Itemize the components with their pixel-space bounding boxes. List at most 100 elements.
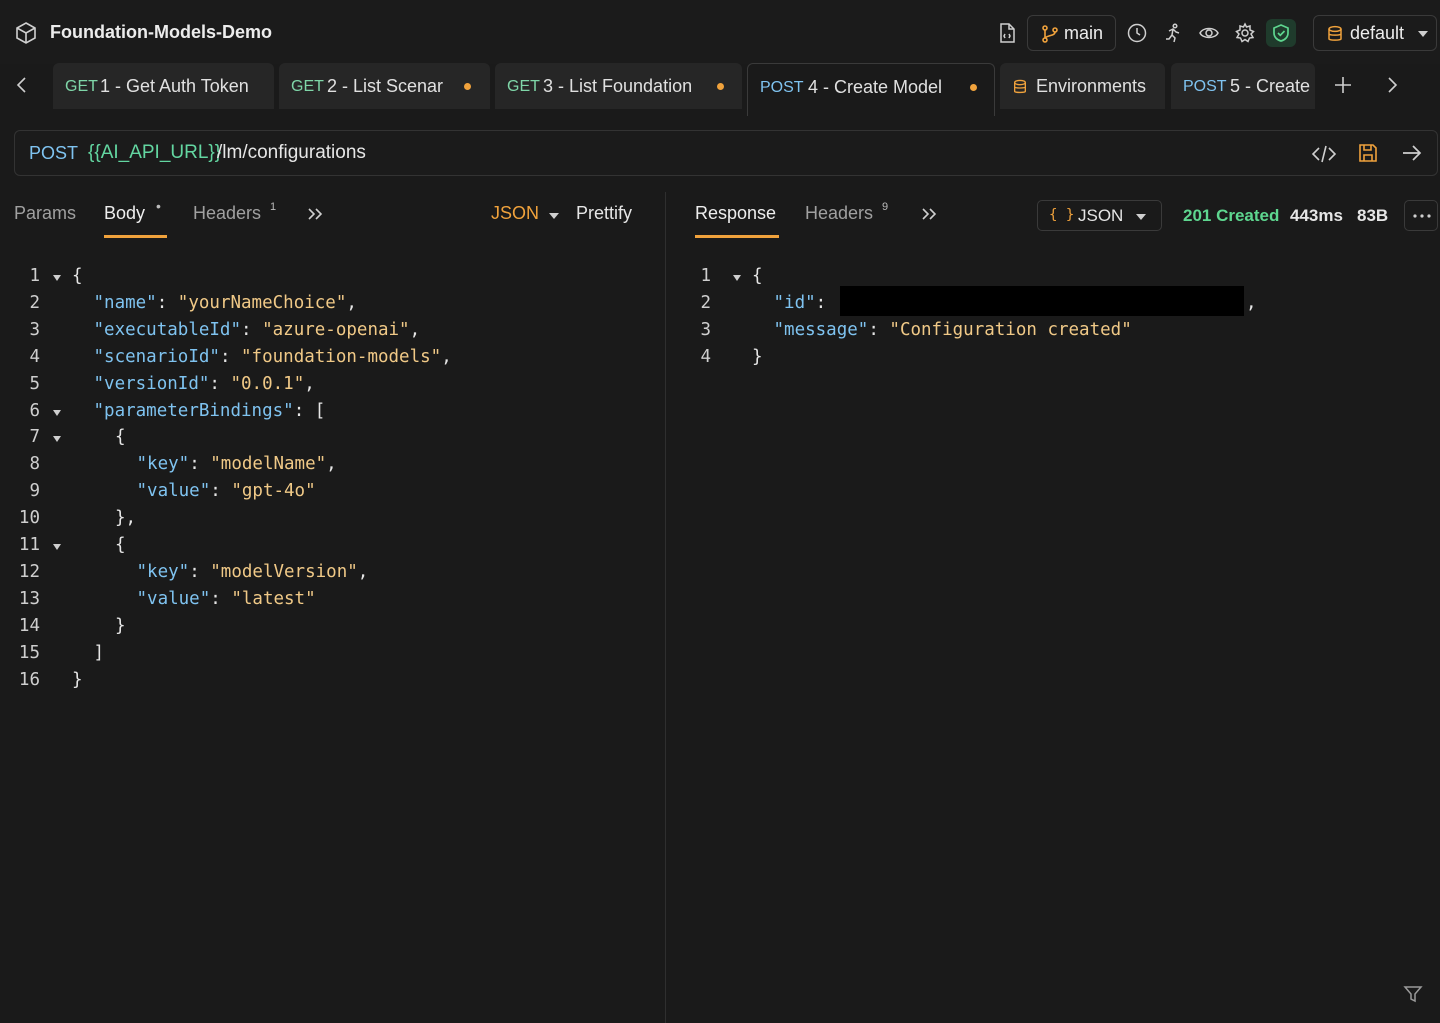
send-arrow-icon[interactable] <box>1401 143 1423 163</box>
line-number: 2 <box>700 292 711 313</box>
security-badge[interactable] <box>1266 19 1296 47</box>
json-key: "key" <box>136 454 190 475</box>
save-icon[interactable] <box>1357 142 1379 164</box>
runner-icon[interactable] <box>1162 22 1184 44</box>
json-string: "latest" <box>231 588 316 609</box>
code-icon[interactable] <box>1311 143 1337 165</box>
unsaved-dot-icon <box>970 84 977 91</box>
url-path[interactable]: /lm/configurations <box>217 142 366 164</box>
tab-title: 5 - Create <box>1230 76 1311 96</box>
json-punctuation: : <box>815 292 827 313</box>
body-format-dropdown[interactable]: JSON <box>491 203 539 224</box>
pane-divider[interactable] <box>665 192 666 1023</box>
tab-title: 3 - List Foundation <box>543 76 693 96</box>
double-chevron-right-icon[interactable] <box>307 207 323 221</box>
chevron-down-icon <box>1418 31 1428 37</box>
line-number: 4 <box>700 346 711 367</box>
tab-headers[interactable]: Headers <box>193 203 261 224</box>
braces-icon: { } <box>1049 207 1075 223</box>
tab-create-5[interactable]: POST 5 - Create <box>1171 63 1315 109</box>
tab-response-headers[interactable]: Headers <box>805 203 873 224</box>
tab-list-foundation[interactable]: GET 3 - List Foundation <box>495 63 742 109</box>
line-number: 10 <box>18 508 40 529</box>
environment-label: default <box>1350 23 1405 43</box>
json-punctuation: : [ <box>293 400 326 421</box>
json-punctuation: , <box>1246 292 1257 313</box>
fold-toggle-icon[interactable] <box>53 409 61 416</box>
tab-list-scenarios[interactable]: GET 2 - List Scenar <box>279 63 490 109</box>
tab-create-model[interactable]: POST 4 - Create Model <box>747 63 995 116</box>
more-options-button[interactable] <box>1404 200 1438 231</box>
json-punctuation: : <box>189 454 211 475</box>
json-punctuation: , <box>326 454 337 475</box>
json-string: "modelVersion" <box>210 561 358 582</box>
double-chevron-right-icon[interactable] <box>921 207 937 221</box>
gear-icon[interactable] <box>1234 22 1256 44</box>
json-string: "0.0.1" <box>230 373 305 394</box>
code-line: "executableId": "azure-openai", <box>94 320 421 340</box>
response-size: 83B <box>1357 206 1389 225</box>
tab-body[interactable]: Body <box>104 203 145 224</box>
code-line: "id": <box>774 293 827 313</box>
chevron-right-icon[interactable] <box>1384 76 1400 94</box>
body-modified-marker: • <box>156 198 161 214</box>
branch-label: main <box>1064 23 1104 43</box>
branch-selector[interactable]: main <box>1027 15 1116 51</box>
response-body-viewer[interactable]: 1 {2 "id":, 3 "message": "Configuration crea… <box>680 266 1440 386</box>
json-punctuation: : <box>210 588 232 609</box>
url-variable[interactable]: {{AI_API_URL}} <box>88 142 221 164</box>
tab-title: 1 - Get Auth Token <box>100 76 249 96</box>
code-line: "value": "latest" <box>137 589 316 609</box>
line-number: 9 <box>29 481 40 502</box>
prettify-button[interactable]: Prettify <box>576 203 632 224</box>
chevron-left-icon[interactable] <box>14 76 30 94</box>
tab-response[interactable]: Response <box>695 203 776 224</box>
json-key: "message" <box>773 319 869 340</box>
json-key: "id" <box>773 292 816 313</box>
line-number: 8 <box>29 454 40 475</box>
plus-icon[interactable] <box>1333 75 1353 95</box>
fold-toggle-icon[interactable] <box>53 436 61 443</box>
tab-environments[interactable]: Environments <box>1000 63 1165 109</box>
line-number: 1 <box>700 266 711 286</box>
tab-method: GET <box>291 78 324 95</box>
fold-toggle-icon[interactable] <box>53 275 61 281</box>
code-line: { <box>752 266 763 286</box>
code-line: "parameterBindings": [ <box>94 401 326 421</box>
json-string: "azure-openai" <box>262 319 410 340</box>
fold-toggle-icon[interactable] <box>53 544 61 550</box>
history-icon[interactable] <box>1126 22 1148 44</box>
chevron-down-icon[interactable] <box>549 213 559 219</box>
tab-title: 4 - Create Model <box>808 77 943 97</box>
json-punctuation: : <box>209 373 231 394</box>
eye-icon[interactable] <box>1198 22 1220 44</box>
json-key: "value" <box>136 588 211 609</box>
code-line: { <box>115 427 126 447</box>
response-time: 443ms <box>1290 206 1343 225</box>
tab-method: GET <box>65 78 98 95</box>
cube-icon <box>16 22 36 44</box>
request-method[interactable]: POST <box>29 143 78 164</box>
json-punctuation: } <box>752 346 763 367</box>
json-punctuation: , <box>441 346 452 367</box>
file-icon[interactable] <box>996 22 1018 44</box>
json-punctuation: : <box>241 319 263 340</box>
code-line: "scenarioId": "foundation-models", <box>94 347 452 367</box>
json-key: "parameterBindings" <box>93 400 294 421</box>
url-bar[interactable]: POST {{AI_API_URL}} /lm/configurations <box>14 130 1438 176</box>
tab-get-auth-token[interactable]: GET 1 - Get Auth Token <box>53 63 274 109</box>
code-line: "versionId": "0.0.1", <box>94 374 315 394</box>
line-number: 1 <box>29 266 40 286</box>
request-tabs: GET 1 - Get Auth Token GET 2 - List Scen… <box>0 60 1440 116</box>
request-body-editor[interactable]: 1 {2 "name": "yourNameChoice", 3 "executable… <box>0 266 660 716</box>
line-number: 3 <box>29 319 40 340</box>
tab-params[interactable]: Params <box>14 203 76 224</box>
json-string: "Configuration created" <box>889 319 1132 340</box>
json-punctuation: } <box>72 669 83 690</box>
environment-selector[interactable]: default <box>1313 15 1437 51</box>
filter-icon[interactable] <box>1403 985 1423 1003</box>
response-format-dropdown[interactable]: { } JSON <box>1037 200 1162 231</box>
fold-toggle-icon[interactable] <box>733 275 741 281</box>
line-number: 4 <box>29 346 40 367</box>
tab-method: POST <box>760 79 804 96</box>
